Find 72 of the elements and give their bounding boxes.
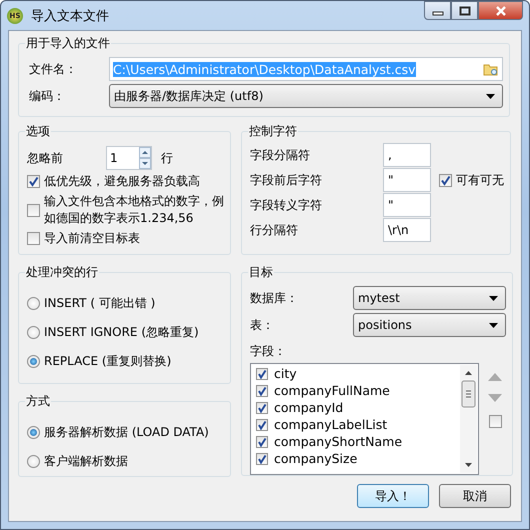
checkbox[interactable] <box>256 384 268 396</box>
group-title: 处理冲突的行 <box>25 264 99 281</box>
field-label: 表： <box>250 316 275 334</box>
scrollbar[interactable] <box>460 365 477 473</box>
checkbox[interactable] <box>27 232 40 245</box>
group-title: 选项 <box>25 123 51 140</box>
dialog-button[interactable]: 导入！ <box>357 484 429 508</box>
field-label: 字段转义字符 <box>250 196 323 214</box>
minimize-button[interactable] <box>424 1 451 20</box>
field-label: 字段前后字符 <box>250 172 323 188</box>
checkbox[interactable] <box>256 418 268 430</box>
unit-label: 行 <box>161 150 173 166</box>
field-label: 字段： <box>250 343 287 360</box>
group-title: 控制字符 <box>248 123 298 140</box>
radio-button[interactable] <box>27 426 40 439</box>
filename-text: C:\Users\Administrator\Desktop\DataAnalyst.csv <box>113 62 416 76</box>
radio-button[interactable] <box>27 455 40 468</box>
spin-up-icon[interactable] <box>139 147 151 158</box>
maximize-button[interactable] <box>451 1 478 20</box>
field-label: 编码： <box>28 88 66 104</box>
list-item[interactable]: companyLabelList <box>256 416 460 433</box>
checkbox[interactable] <box>439 174 452 186</box>
window-title: 导入文本文件 <box>31 8 110 24</box>
radio-label: INSERT IGNORE (忽略重复) <box>44 324 199 341</box>
list-item[interactable]: companyFullName <box>256 382 460 399</box>
spinner-field[interactable]: 1 <box>106 146 152 170</box>
list-item[interactable]: companySize <box>256 450 460 467</box>
close-icon <box>494 6 506 16</box>
radio-button[interactable] <box>27 326 40 339</box>
checkbox[interactable] <box>256 368 268 380</box>
list-item[interactable]: city <box>256 365 460 382</box>
input-field[interactable]: " <box>383 193 431 217</box>
list-item[interactable]: companyId <box>256 399 460 416</box>
caret-icon <box>486 94 495 98</box>
checkbox-label: 输入文件包含本地格式的数字，例如德国的数字表示1.234,56 <box>44 193 224 227</box>
maximize-icon <box>458 6 470 16</box>
input-field[interactable]: " <box>383 168 431 192</box>
spin-down-icon[interactable] <box>139 158 151 169</box>
checkbox[interactable] <box>27 204 40 216</box>
database-dropdown[interactable]: mytest <box>353 286 506 310</box>
checkbox[interactable] <box>27 175 40 188</box>
caret-icon <box>489 322 498 328</box>
group-title: 方式 <box>25 393 51 410</box>
radio-label: INSERT ( 可能出错 ) <box>44 295 156 312</box>
list-item[interactable]: companyShortName <box>256 433 460 450</box>
checkbox-label: 低优先级，避免服务器负载高 <box>44 173 200 190</box>
group-title: 用于导入的文件 <box>25 35 111 52</box>
field-label: 行分隔符 <box>250 222 299 238</box>
caret-icon <box>489 296 498 300</box>
field-label: 忽略前 <box>27 150 64 166</box>
field-label: 字段分隔符 <box>250 146 311 164</box>
radio-label: 服务器解析数据 (LOAD DATA) <box>44 424 209 441</box>
field-label: 文件名： <box>28 60 78 78</box>
close-button[interactable] <box>478 1 523 20</box>
table-dropdown[interactable]: positions <box>353 313 506 337</box>
field-label: 数据库： <box>250 290 299 306</box>
input-field[interactable]: \r\n <box>383 218 431 242</box>
radio-button[interactable] <box>27 297 40 310</box>
group-title: 目标 <box>248 264 274 281</box>
checkbox-label: 导入前清空目标表 <box>44 230 140 247</box>
folder-search-icon[interactable] <box>483 62 499 76</box>
checkbox[interactable] <box>256 436 268 448</box>
checkbox[interactable] <box>256 402 268 414</box>
encoding-dropdown[interactable]: 由服务器/数据库决定 (utf8) <box>109 84 503 108</box>
checkbox-label: 可有可无 <box>456 172 504 188</box>
select-all-checkbox[interactable] <box>488 415 502 428</box>
dialog-button[interactable]: 取消 <box>439 484 511 508</box>
radio-label: REPLACE (重复则替换) <box>44 353 172 370</box>
radio-button[interactable] <box>27 355 40 368</box>
radio-label: 客户端解析数据 <box>44 453 128 470</box>
input-field[interactable]: , <box>383 143 431 167</box>
checkbox[interactable] <box>256 452 268 464</box>
